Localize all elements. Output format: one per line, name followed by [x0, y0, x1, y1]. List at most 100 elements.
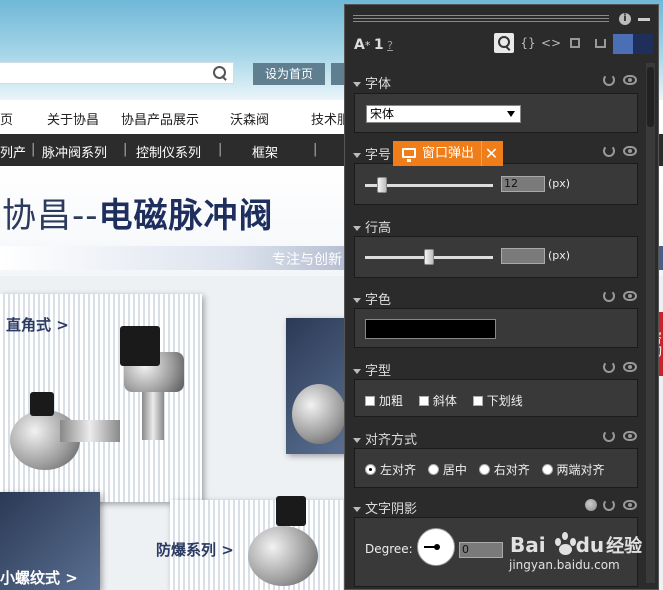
section-align-title: 对齐方式 [365, 433, 418, 448]
underline-label: 下划线 [486, 394, 523, 408]
globe-icon[interactable] [585, 499, 597, 511]
reset-icon[interactable] [603, 290, 615, 302]
section-style-header[interactable]: 字型 [353, 360, 643, 379]
radio-button[interactable] [478, 464, 490, 475]
checkbox-box[interactable] [472, 396, 483, 406]
align-right-radio[interactable]: 右对齐 [478, 461, 530, 478]
section-font-title: 字体 [365, 77, 392, 92]
eye-icon[interactable] [623, 146, 637, 156]
font-family-select[interactable]: 宋体 [366, 105, 521, 123]
nav-item-about[interactable]: 关于协昌 [47, 109, 99, 128]
code-icon[interactable]: <> [541, 33, 561, 53]
reset-icon[interactable] [603, 74, 615, 86]
line-height-slider[interactable] [365, 249, 493, 265]
valve-image [248, 526, 318, 586]
section-font-header[interactable]: 字体 [353, 73, 643, 92]
section-line-height-header[interactable]: 行高 [353, 217, 643, 236]
valve-image [276, 496, 306, 526]
align-left-radio[interactable]: 左对齐 [365, 461, 416, 478]
collapse-arrow-icon[interactable] [353, 369, 361, 374]
align-justify-label: 两端对齐 [556, 463, 605, 477]
section-shadow-header[interactable]: 文字阴影 [353, 498, 643, 517]
collapse-arrow-icon[interactable] [353, 298, 361, 303]
bold-checkbox[interactable]: 加粗 [365, 392, 403, 409]
nav-item-home[interactable]: 页 [0, 109, 13, 128]
subnav-item-controller[interactable]: 控制仪系列 [136, 142, 201, 161]
collapse-arrow-icon[interactable] [353, 153, 361, 158]
save-icon[interactable] [565, 33, 585, 53]
slider-thumb[interactable] [424, 249, 434, 265]
reset-icon[interactable] [603, 499, 615, 511]
theme-swatch-blue[interactable] [613, 34, 633, 54]
panel-scrollbar[interactable] [646, 63, 655, 583]
align-center-radio[interactable]: 居中 [427, 461, 467, 478]
close-icon[interactable]: ✕ [481, 141, 501, 166]
collapse-arrow-icon[interactable] [353, 226, 361, 231]
slider-thumb[interactable] [376, 177, 387, 193]
subnav-item-series[interactable]: 列产 [0, 142, 26, 161]
align-justify-radio[interactable]: 两端对齐 [541, 461, 605, 478]
checkbox-box[interactable] [418, 396, 429, 406]
theme-swatch-dark[interactable] [633, 34, 653, 54]
section-line-height-title: 行高 [365, 221, 392, 236]
watermark-jingyan: 经验 [606, 536, 643, 557]
drag-handle[interactable] [353, 15, 609, 24]
banner-title-bold: 电磁脉冲阀 [98, 196, 274, 236]
product-label-small-thread[interactable]: 小螺纹式 > [0, 567, 78, 588]
export-icon[interactable] [590, 33, 610, 53]
nav-item-products[interactable]: 协昌产品展示 [121, 109, 199, 128]
line-height-input[interactable] [501, 248, 545, 264]
font-size-unit: (px) [548, 177, 571, 190]
section-color-title: 字色 [365, 293, 392, 308]
info-icon[interactable]: i [619, 13, 631, 25]
minimize-icon[interactable] [638, 18, 650, 21]
search-icon[interactable] [213, 66, 227, 80]
set-homepage-button[interactable]: 设为首页 [253, 63, 325, 85]
reset-icon[interactable] [603, 430, 615, 442]
product-label-right-angle[interactable]: 直角式 > [6, 314, 69, 335]
chevron-down-icon[interactable] [507, 111, 515, 117]
radio-button[interactable] [427, 464, 439, 475]
section-color-box [354, 308, 638, 348]
font-size-icon-q: ? [387, 39, 393, 52]
font-size-input[interactable]: 12 [501, 176, 545, 192]
window-popup-tag[interactable]: 窗口弹出 ✕ [393, 141, 503, 166]
search-icon[interactable] [494, 33, 514, 53]
font-size-icon[interactable]: A* 1 ? [354, 37, 393, 53]
braces-icon[interactable]: {} [518, 33, 538, 53]
eye-icon[interactable] [623, 500, 637, 510]
text-align-options: 左对齐 居中 右对齐 两端对齐 [365, 461, 613, 478]
eye-icon[interactable] [623, 431, 637, 441]
section-color-header[interactable]: 字色 [353, 289, 643, 308]
font-family-value: 宋体 [370, 107, 395, 121]
subnav-item-pulse-valve[interactable]: 脉冲阀系列 [42, 142, 107, 161]
subnav-divider: | [123, 142, 128, 157]
scroll-thumb[interactable] [647, 67, 654, 127]
reset-icon[interactable] [603, 361, 615, 373]
collapse-arrow-icon[interactable] [353, 507, 361, 512]
degree-label: Degree: [365, 542, 413, 556]
line-height-unit: (px) [548, 249, 571, 262]
collapse-arrow-icon[interactable] [353, 438, 361, 443]
radio-button[interactable] [365, 464, 376, 475]
product-label-explosion[interactable]: 防爆系列 > [156, 539, 234, 560]
eye-icon[interactable] [623, 75, 637, 85]
nav-item-watson[interactable]: 沃森阀 [230, 109, 269, 128]
site-search-input[interactable] [0, 62, 234, 84]
section-align-header[interactable]: 对齐方式 [353, 429, 643, 448]
checkbox-box[interactable] [365, 396, 375, 406]
radio-button[interactable] [541, 464, 553, 475]
font-color-picker[interactable] [365, 319, 496, 339]
popup-label[interactable]: 窗口弹出 [422, 141, 474, 166]
degree-dial[interactable] [417, 528, 455, 566]
eye-icon[interactable] [623, 291, 637, 301]
italic-checkbox[interactable]: 斜体 [418, 392, 457, 409]
reset-icon[interactable] [603, 145, 615, 157]
degree-input[interactable]: 0 [459, 542, 503, 558]
underline-checkbox[interactable]: 下划线 [472, 392, 523, 409]
subnav-divider: | [313, 142, 318, 157]
subnav-item-frame[interactable]: 框架 [252, 142, 278, 161]
eye-icon[interactable] [623, 362, 637, 372]
collapse-arrow-icon[interactable] [353, 82, 361, 87]
font-size-slider[interactable] [365, 177, 493, 193]
